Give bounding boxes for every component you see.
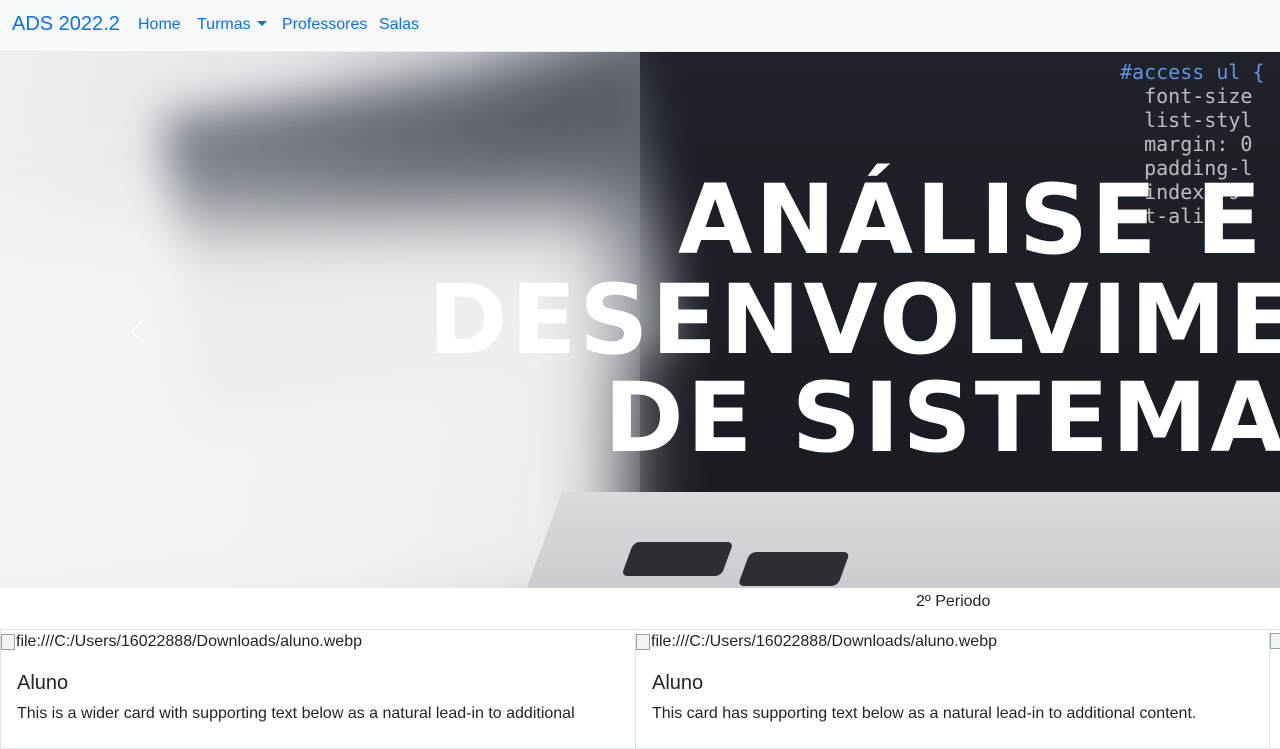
broken-image-icon bbox=[1270, 633, 1280, 649]
card-aluno-3-partial bbox=[1269, 629, 1280, 749]
nav-salas-link[interactable]: Salas bbox=[379, 16, 419, 34]
card-image: file:///C:/Users/16022888/Downloads/alun… bbox=[1, 633, 362, 651]
hero-carousel: #access ul { font-size list-styl margin:… bbox=[0, 52, 1280, 588]
brand-link[interactable]: ADS 2022.2 bbox=[12, 13, 120, 36]
card-image-alt: file:///C:/Users/16022888/Downloads/alun… bbox=[651, 633, 997, 650]
hero-title-line-3: DE SISTEMAS bbox=[604, 362, 1280, 474]
card-image bbox=[1270, 633, 1280, 649]
card-image-alt: file:///C:/Users/16022888/Downloads/alun… bbox=[16, 633, 362, 650]
hero-title-line-1: ANÁLISE E bbox=[678, 164, 1265, 276]
hero-title: ANÁLISE E DESENVOLVIMENTO DE SISTEMAS bbox=[0, 52, 1280, 588]
nav-professores-link[interactable]: Professores bbox=[282, 16, 367, 34]
carousel-caption: 2º Periodo bbox=[916, 593, 991, 610]
top-navbar: ADS 2022.2 Home Turmas Professores Salas bbox=[0, 0, 1280, 52]
broken-image-icon bbox=[636, 634, 650, 650]
nav-turmas-dropdown[interactable]: Turmas bbox=[197, 16, 267, 34]
hero-title-line-2: DESENVOLVIMENTO bbox=[428, 264, 1280, 376]
card-aluno-1: file:///C:/Users/16022888/Downloads/alun… bbox=[0, 629, 636, 749]
nav-home-link[interactable]: Home bbox=[138, 16, 181, 34]
nav-turmas-label: Turmas bbox=[197, 16, 251, 33]
card-title: Aluno bbox=[652, 672, 704, 694]
card-text: This is a wider card with supporting tex… bbox=[17, 705, 575, 722]
card-aluno-2: file:///C:/Users/16022888/Downloads/alun… bbox=[635, 629, 1270, 749]
card-image: file:///C:/Users/16022888/Downloads/alun… bbox=[636, 633, 997, 651]
chevron-down-icon bbox=[256, 21, 267, 26]
broken-image-icon bbox=[1, 634, 15, 650]
card-title: Aluno bbox=[17, 672, 69, 694]
card-text: This card has supporting text below as a… bbox=[652, 705, 1197, 722]
